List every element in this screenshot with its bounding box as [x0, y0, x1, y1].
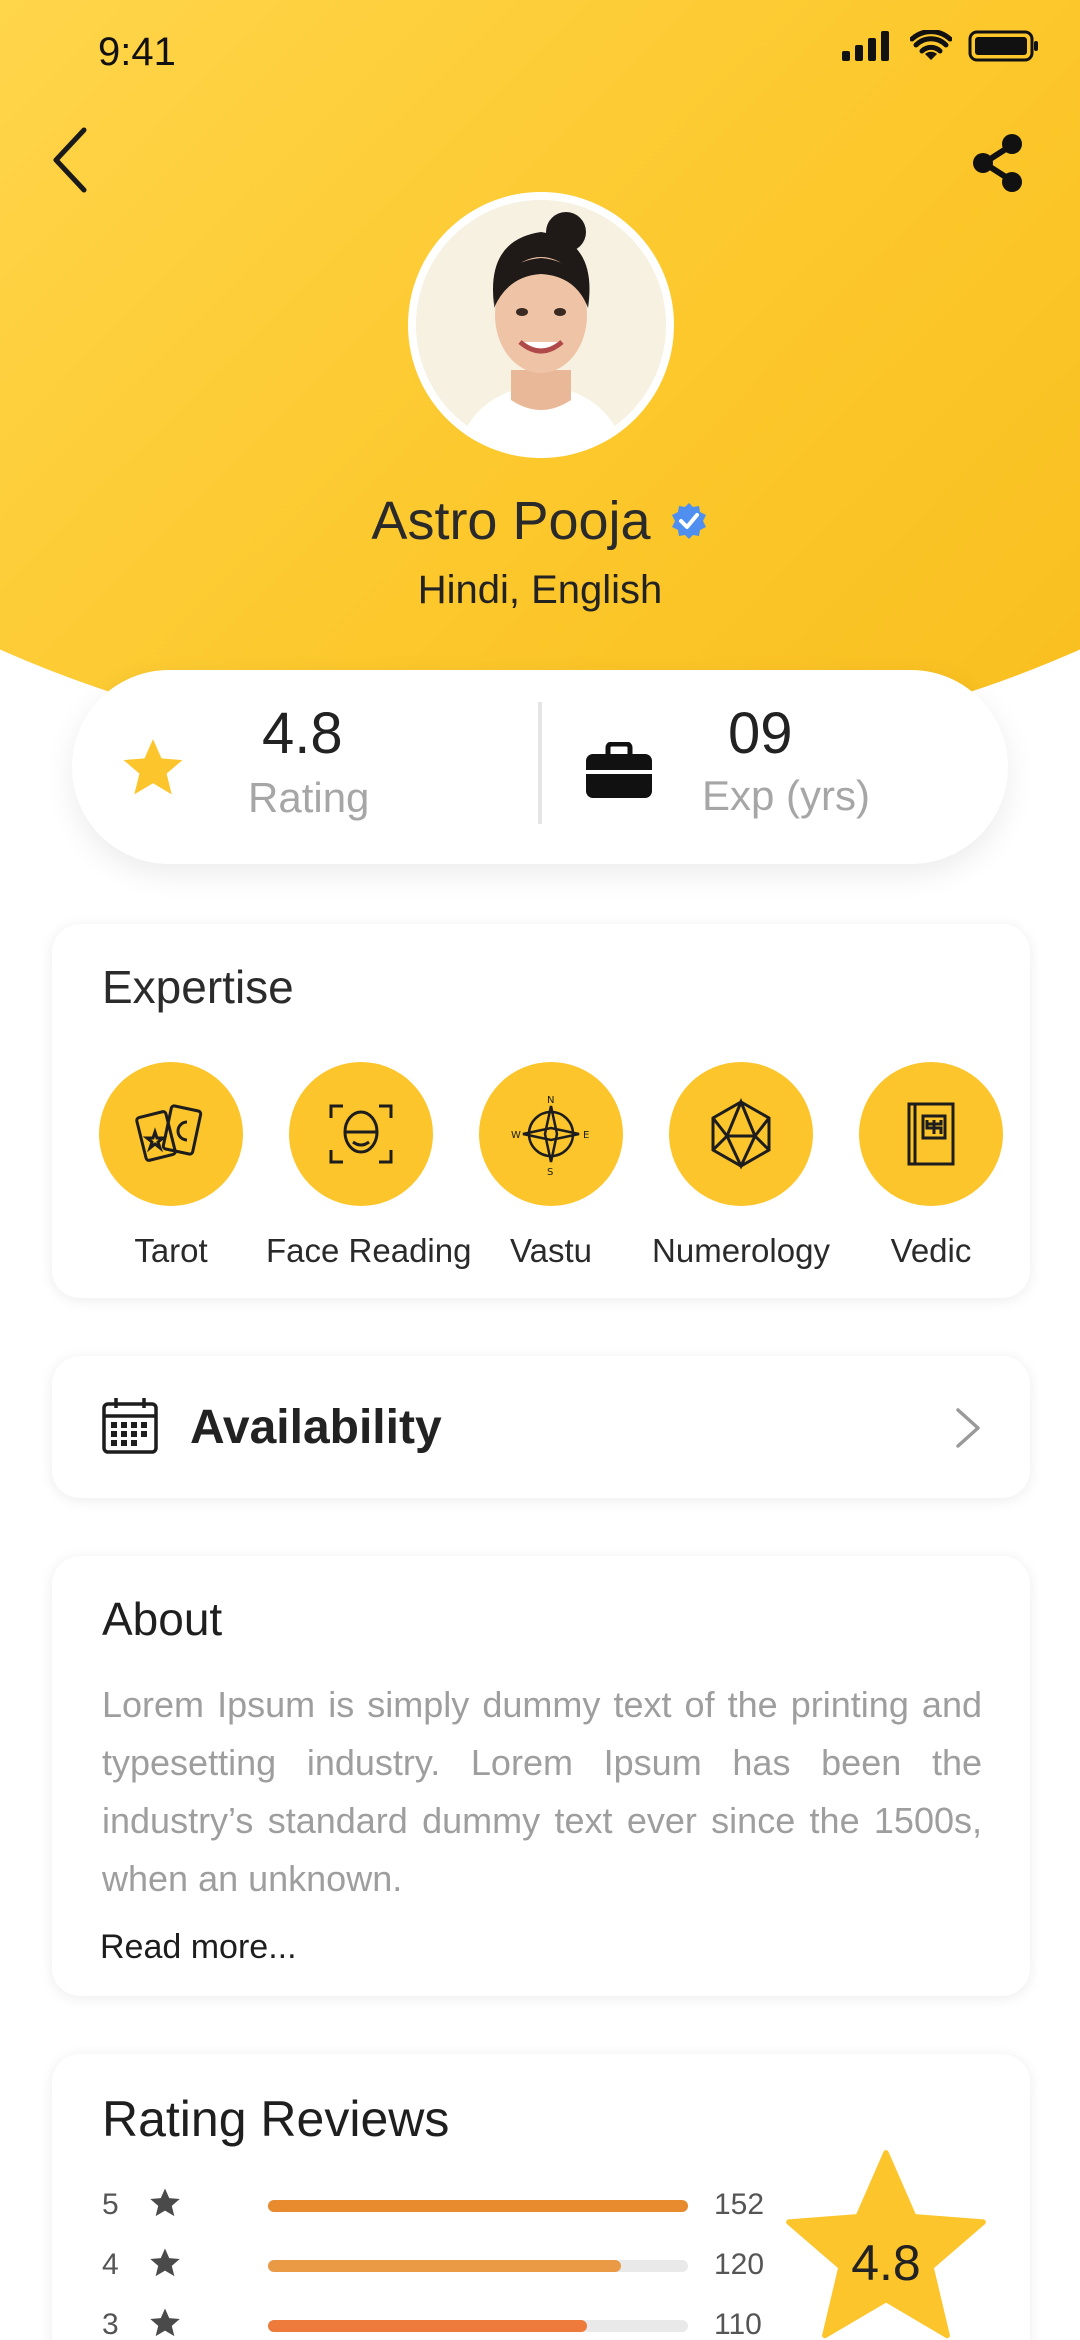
expertise-label: Vastu	[510, 1232, 592, 1269]
expertise-item-face-reading[interactable]: Face Reading	[266, 1062, 472, 1270]
back-button[interactable]	[40, 120, 100, 200]
expertise-item-numerology[interactable]: Numerology	[646, 1062, 836, 1270]
review-bar-fill	[268, 2260, 621, 2272]
stats-card: 4.8 Rating 09 Exp (yrs)	[72, 670, 1008, 864]
expertise-card: Expertise Tarot Face Reading N S W E Vas…	[52, 924, 1030, 1298]
about-card: About Lorem Ipsum is simply dummy text o…	[52, 1556, 1030, 1996]
review-count: 110	[714, 2308, 762, 2340]
review-row-5: 5 152	[102, 2184, 802, 2224]
svg-text:S: S	[547, 1167, 553, 1176]
rating-reviews-card: Rating Reviews 5 152 4 120 3 110 4.8	[52, 2054, 1030, 2340]
book-icon	[907, 1102, 955, 1166]
svg-text:W: W	[511, 1130, 521, 1141]
star-icon	[150, 2188, 180, 2217]
review-bar-fill	[268, 2200, 688, 2212]
wifi-icon	[910, 30, 952, 60]
chevron-right-icon	[956, 1408, 980, 1448]
battery-icon	[968, 30, 1038, 62]
expertise-item-tarot[interactable]: Tarot	[76, 1062, 266, 1270]
review-row-3: 3 110	[102, 2304, 802, 2340]
about-title: About	[102, 1593, 223, 1645]
review-stars-label: 3	[102, 2308, 119, 2340]
face-scan-icon	[329, 1104, 393, 1164]
review-row-4: 4 120	[102, 2244, 802, 2284]
astrologer-name: Astro Pooja	[371, 491, 651, 551]
verified-badge-icon	[671, 503, 706, 539]
stats-divider	[538, 702, 542, 824]
tarot-cards-icon	[135, 1104, 203, 1162]
avatar-photo	[416, 200, 666, 450]
review-stars-label: 4	[102, 2248, 119, 2281]
svg-text:N: N	[547, 1095, 554, 1106]
review-count: 120	[714, 2248, 765, 2281]
expertise-label: Numerology	[652, 1232, 830, 1269]
about-text: Lorem Ipsum is simply dummy text of the …	[102, 1684, 982, 1899]
expertise-label: Tarot	[134, 1232, 208, 1269]
signal-icon	[842, 31, 889, 61]
star-icon	[150, 2248, 180, 2277]
review-bar	[268, 2200, 688, 2212]
availability-label: Availability	[190, 1401, 442, 1454]
status-icons	[842, 30, 1040, 62]
dice-icon	[711, 1098, 771, 1170]
review-bar-fill	[268, 2320, 588, 2332]
compass-icon: N S W E	[511, 1095, 589, 1176]
expertise-item-vastu[interactable]: N S W E Vastu	[456, 1062, 646, 1270]
chevron-left-icon	[53, 127, 87, 193]
rating-value: 4.8	[262, 701, 343, 766]
review-stars-label: 5	[102, 2188, 119, 2221]
review-bar	[268, 2260, 688, 2272]
briefcase-icon	[586, 742, 652, 798]
expertise-item-vedic[interactable]: Vedic	[836, 1062, 1026, 1270]
calendar-icon	[102, 1398, 158, 1454]
rating-reviews-title: Rating Reviews	[102, 2091, 450, 2147]
review-count: 152	[714, 2188, 765, 2221]
star-icon	[150, 2308, 180, 2337]
experience-label: Exp (yrs)	[702, 772, 870, 819]
share-button[interactable]	[966, 128, 1030, 198]
profile-name-row: Astro Pooja	[0, 490, 1080, 552]
availability-card[interactable]: Availability	[52, 1356, 1030, 1498]
overall-rating-value: 4.8	[851, 2235, 921, 2291]
star-icon	[123, 739, 183, 795]
expertise-title: Expertise	[102, 961, 294, 1013]
languages: Hindi, English	[417, 568, 663, 612]
share-icon	[973, 134, 1022, 192]
expertise-label: Face Reading	[266, 1232, 472, 1269]
rating-label: Rating	[248, 774, 370, 821]
review-bar	[268, 2320, 688, 2332]
status-time: 9:41	[98, 30, 176, 74]
expertise-label: Vedic	[890, 1232, 972, 1269]
avatar	[408, 192, 674, 458]
overall-rating-badge: 4.8	[776, 2142, 996, 2340]
experience-value: 09	[728, 701, 793, 766]
svg-text:E: E	[583, 1130, 589, 1141]
read-more-link[interactable]: Read more...	[100, 1928, 297, 1967]
